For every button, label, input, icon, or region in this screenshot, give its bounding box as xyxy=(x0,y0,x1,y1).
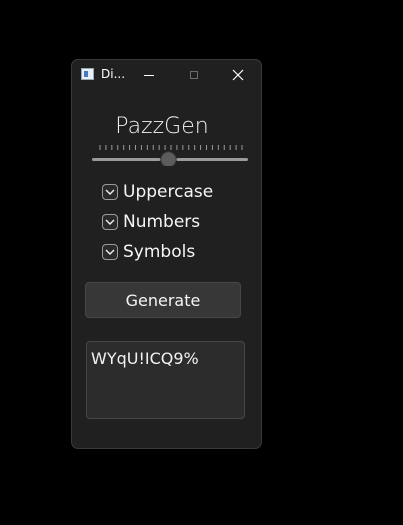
check-icon xyxy=(105,219,115,225)
numbers-label: Numbers xyxy=(123,212,201,232)
app-heading: PazzGen xyxy=(115,114,209,139)
uppercase-checkbox[interactable] xyxy=(102,184,118,200)
maximize-icon xyxy=(190,71,198,79)
close-button[interactable] xyxy=(216,60,260,90)
app-window: Di... PazzGen Uppercase Numbers Symbols … xyxy=(71,59,262,449)
app-icon xyxy=(81,68,94,80)
symbols-label: Symbols xyxy=(123,242,196,262)
password-output[interactable]: WYqU!ICQ9% xyxy=(86,341,245,419)
symbols-checkbox[interactable] xyxy=(102,244,118,260)
option-symbols[interactable]: Symbols xyxy=(102,241,195,263)
check-icon xyxy=(105,249,115,255)
close-icon xyxy=(232,69,244,81)
generate-button[interactable]: Generate xyxy=(85,282,241,318)
uppercase-label: Uppercase xyxy=(123,182,214,202)
slider-track-rest xyxy=(176,158,248,161)
numbers-checkbox[interactable] xyxy=(102,214,118,230)
slider-ticks xyxy=(99,145,243,150)
slider-track-filled xyxy=(92,158,161,161)
option-uppercase[interactable]: Uppercase xyxy=(102,181,213,203)
window-title: Di... xyxy=(101,67,126,81)
minimize-button[interactable] xyxy=(127,60,171,90)
option-numbers[interactable]: Numbers xyxy=(102,211,200,233)
slider-thumb[interactable] xyxy=(160,151,177,166)
title-bar[interactable]: Di... xyxy=(72,60,261,90)
maximize-button xyxy=(172,60,216,90)
length-slider[interactable] xyxy=(92,142,248,166)
minimize-icon xyxy=(144,74,154,76)
check-icon xyxy=(105,189,115,195)
